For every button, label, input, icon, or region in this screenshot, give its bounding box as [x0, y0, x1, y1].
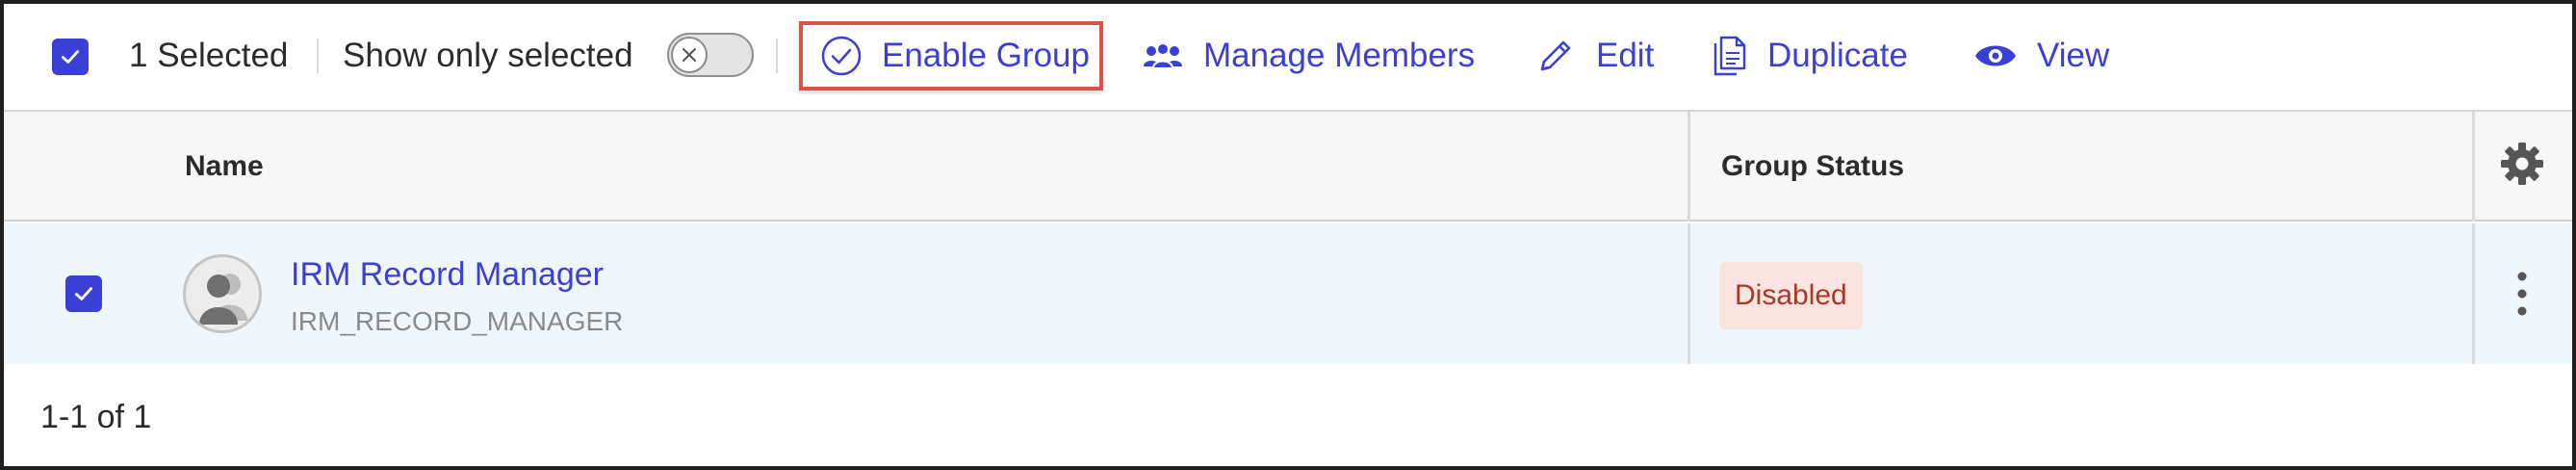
- select-all-checkbox[interactable]: [52, 39, 89, 75]
- table-row[interactable]: IRM Record Manager IRM_RECORD_MANAGER Di…: [4, 223, 2572, 364]
- pencil-icon: [1534, 35, 1577, 77]
- column-divider[interactable]: [1687, 112, 1690, 222]
- checkbox-checked-icon: [75, 287, 92, 300]
- row-checkbox[interactable]: [65, 275, 102, 312]
- view-label: View: [2037, 37, 2110, 74]
- column-divider[interactable]: [2472, 112, 2475, 222]
- group-code: IRM_RECORD_MANAGER: [291, 306, 624, 336]
- row-menu-button[interactable]: [2505, 262, 2539, 326]
- users-icon: [1142, 39, 1184, 72]
- view-button[interactable]: View: [1973, 25, 2109, 87]
- edit-button[interactable]: Edit: [1534, 25, 1654, 87]
- eye-icon: [1973, 40, 2018, 71]
- gear-icon: [2501, 143, 2543, 185]
- show-only-selected-label: Show only selected: [343, 37, 633, 74]
- toolbar-divider: [317, 39, 319, 73]
- x-icon: [683, 48, 696, 62]
- selection-toolbar: 1 Selected Show only selected Enable Gro…: [4, 4, 2572, 112]
- toolbar-divider: [776, 39, 778, 73]
- column-settings-button[interactable]: [2497, 139, 2547, 189]
- column-divider: [1687, 223, 1690, 364]
- table-header: Name Group Status: [4, 112, 2572, 222]
- manage-members-button[interactable]: Manage Members: [1142, 25, 1475, 87]
- status-badge: Disabled: [1719, 262, 1863, 329]
- duplicate-button[interactable]: Duplicate: [1710, 25, 1908, 87]
- manage-members-label: Manage Members: [1203, 37, 1476, 74]
- duplicate-icon: [1710, 34, 1748, 78]
- column-divider: [2472, 223, 2475, 364]
- checkbox-checked-icon: [62, 50, 79, 64]
- edit-label: Edit: [1596, 37, 1655, 74]
- enable-group-label: Enable Group: [882, 37, 1090, 74]
- selected-count: 1 Selected: [129, 37, 289, 74]
- enable-group-button[interactable]: Enable Group: [799, 21, 1103, 91]
- toggle-knob: [671, 37, 708, 73]
- column-header-group-status[interactable]: Group Status: [1721, 150, 1904, 183]
- pagination-summary: 1-1 of 1: [40, 399, 152, 435]
- app-frame: 1 Selected Show only selected Enable Gro…: [0, 0, 2576, 470]
- group-avatar-icon: [183, 254, 262, 333]
- duplicate-label: Duplicate: [1767, 37, 1908, 74]
- show-only-selected-toggle[interactable]: [667, 33, 754, 77]
- kebab-icon: [2517, 272, 2527, 316]
- column-header-name[interactable]: Name: [185, 150, 264, 183]
- check-circle-icon: [820, 35, 863, 77]
- group-name-link[interactable]: IRM Record Manager: [291, 256, 604, 294]
